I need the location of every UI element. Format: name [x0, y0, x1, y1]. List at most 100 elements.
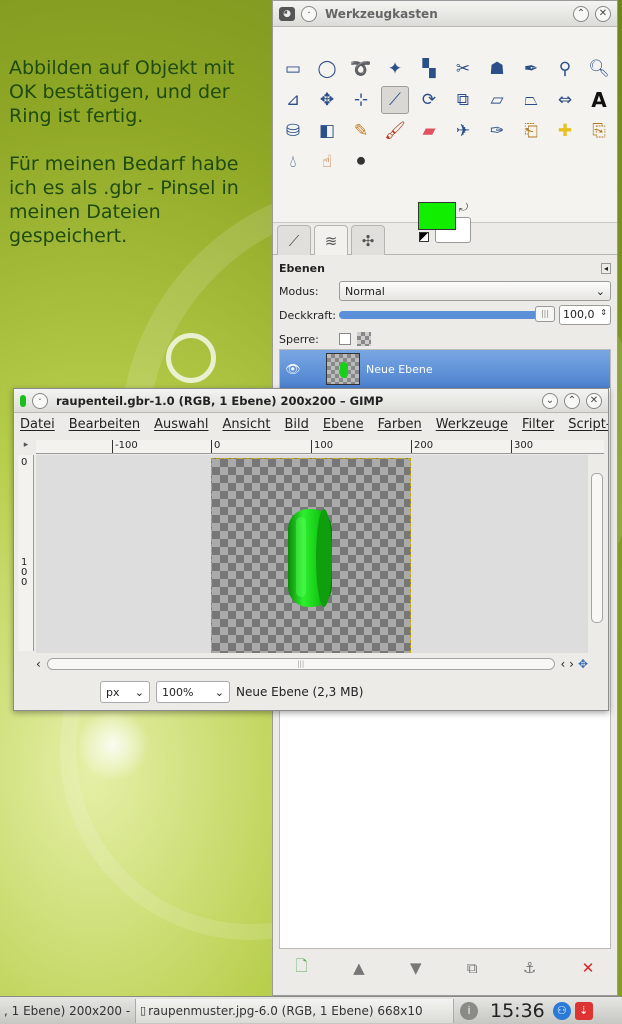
airbrush-icon[interactable]: ✈ — [449, 117, 477, 145]
vertical-scrollbar[interactable] — [590, 457, 604, 653]
desktop-note: Abbilden auf Objekt mit OK bestätigen, u… — [9, 57, 239, 247]
gimp-app-icon[interactable]: ◕ — [279, 6, 295, 21]
minimize-button[interactable]: ⌄ — [542, 392, 558, 409]
paintbrush-icon[interactable]: 🖌︎ — [381, 117, 409, 145]
new-layer-icon[interactable]: 🗋 — [296, 956, 308, 981]
menu-filter[interactable]: Filter — [522, 417, 554, 432]
taskbar-item-active[interactable]: ▯ raupenmuster.jpg-6.0 (RGB, 1 Ebene) 66… — [136, 998, 454, 1023]
image-titlebar[interactable]: · raupenteil.gbr-1.0 (RGB, 1 Ebene) 200x… — [14, 389, 608, 413]
maximize-button[interactable]: ⌃ — [564, 392, 580, 409]
dodge-burn-icon[interactable]: ⚫ — [347, 148, 375, 176]
file-icon: ▯ — [140, 1004, 147, 1017]
tab-tool-options-icon[interactable]: ⟋ — [277, 225, 311, 255]
text-icon[interactable]: A — [585, 86, 613, 114]
smudge-icon[interactable]: ☝ — [313, 148, 341, 176]
move-icon[interactable]: ✥ — [313, 86, 341, 114]
color-picker-icon[interactable]: ⚲ — [551, 55, 579, 83]
swap-colors-icon[interactable]: ⤾ — [459, 201, 468, 215]
tab-paths-icon[interactable]: ✣ — [351, 225, 385, 255]
close-button[interactable]: ✕ — [595, 5, 611, 22]
horizontal-scrollbar[interactable]: ‹ ||| ‹ › ✥ — [36, 657, 588, 671]
anchor-icon[interactable]: ⚓ — [523, 959, 536, 977]
lock-alpha-icon[interactable] — [357, 332, 371, 346]
mode-dropdown[interactable]: Normal ⌄ — [339, 281, 611, 301]
toolbox-titlebar[interactable]: ◕ · Werkzeugkasten ⌃ ✕ — [273, 1, 617, 27]
flip-icon[interactable]: ⇔ — [551, 86, 579, 114]
notifier-icon[interactable]: ⇣ — [574, 1001, 593, 1020]
taskbar-item[interactable]: , 1 Ebene) 200x200 - — [0, 998, 136, 1023]
blur-icon[interactable]: 💧︎ — [279, 148, 307, 176]
shear-icon[interactable]: ▱ — [483, 86, 511, 114]
scrollbar-thumb[interactable] — [591, 473, 603, 623]
menu-ebene[interactable]: Ebene — [323, 417, 364, 432]
ink-icon[interactable]: ✑ — [483, 117, 511, 145]
perspective-icon[interactable]: ⏢ — [517, 86, 545, 114]
pencil-icon[interactable]: ✎ — [347, 117, 375, 145]
window-menu-button[interactable]: · — [301, 5, 317, 22]
visibility-eye-icon[interactable]: 👁︎ — [280, 362, 306, 376]
quick-mask-menu-icon[interactable]: ▸ — [18, 440, 34, 454]
menu-farben[interactable]: Farben — [378, 417, 422, 432]
clone-icon[interactable]: ⎗ — [517, 117, 545, 145]
navigate-icon[interactable]: ✥ — [578, 657, 588, 671]
rect-select-icon[interactable]: ▭ — [279, 55, 307, 83]
lower-layer-icon[interactable]: ▼ — [410, 959, 422, 977]
perspective-clone-icon[interactable]: ⎘ — [585, 117, 613, 145]
lock-pixels-checkbox[interactable] — [339, 333, 351, 345]
eraser-icon[interactable]: ▰ — [415, 117, 443, 145]
clock[interactable]: 15:36 — [490, 1000, 545, 1022]
zoom-icon[interactable]: 🔍︎ — [585, 55, 613, 83]
rotate-icon[interactable]: ⟳ — [415, 86, 443, 114]
paths-icon[interactable]: ✒ — [517, 55, 545, 83]
menu-datei[interactable]: Datei — [20, 417, 55, 432]
menu-auswahl[interactable]: Auswahl — [154, 417, 208, 432]
tab-layers-icon[interactable]: ≋ — [314, 225, 348, 255]
bucket-fill-icon[interactable]: ⛁ — [279, 117, 307, 145]
spin-arrows-icon[interactable]: ⇕ — [600, 308, 607, 322]
menu-bild[interactable]: Bild — [285, 417, 309, 432]
opacity-spinbox[interactable]: 100,0 ⇕ — [559, 305, 611, 325]
network-icon[interactable]: ⚇ — [552, 1001, 571, 1020]
fuzzy-select-icon[interactable]: ✦ — [381, 55, 409, 83]
raise-layer-icon[interactable]: ▲ — [353, 959, 365, 977]
minimize-button[interactable]: ⌃ — [573, 5, 589, 22]
wallpaper-glow — [78, 710, 148, 780]
close-button[interactable]: ✕ — [586, 392, 602, 409]
horizontal-ruler[interactable]: -100 0 100 200 300 — [36, 440, 604, 454]
scroll-left-icon[interactable]: ‹ — [36, 657, 41, 671]
menu-script-fu[interactable]: Script-F — [568, 417, 608, 432]
heal-icon[interactable]: ✚ — [551, 117, 579, 145]
scroll-right-icon[interactable]: ‹ › — [561, 657, 574, 671]
scissors-icon[interactable]: ✂ — [449, 55, 477, 83]
scale-icon[interactable]: ⧉ — [449, 86, 477, 114]
window-menu-button[interactable]: · — [32, 392, 48, 409]
foreground-select-icon[interactable]: ☗ — [483, 55, 511, 83]
duplicate-layer-icon[interactable]: ⧉ — [467, 959, 478, 977]
unit-dropdown[interactable]: px ⌄ — [100, 681, 150, 703]
panel-menu-icon[interactable]: ◂ — [600, 262, 611, 274]
scrollbar-thumb[interactable]: ||| — [46, 658, 555, 670]
crop-icon[interactable]: ⟋ — [381, 86, 409, 114]
vertical-ruler[interactable]: 0 1 0 0 — [18, 455, 34, 651]
foreground-color-swatch[interactable] — [418, 202, 456, 230]
menu-werkzeuge[interactable]: Werkzeuge — [436, 417, 508, 432]
canvas[interactable] — [36, 455, 588, 653]
menu-ansicht[interactable]: Ansicht — [222, 417, 270, 432]
align-icon[interactable]: ⊹ — [347, 86, 375, 114]
mode-value: Normal — [345, 284, 385, 298]
gimp-window-icon[interactable] — [20, 394, 26, 407]
delete-layer-icon[interactable]: ✕ — [582, 959, 595, 977]
wallpaper-ring — [166, 333, 216, 383]
zoom-dropdown[interactable]: 100% ⌄ — [156, 681, 230, 703]
info-icon[interactable]: i — [460, 1001, 478, 1020]
color-select-icon[interactable]: ▚ — [415, 55, 443, 83]
opacity-slider[interactable]: ||| — [339, 306, 555, 322]
layer-row[interactable]: 👁︎ Neue Ebene — [280, 350, 610, 388]
ellipse-select-icon[interactable]: ◯ — [313, 55, 341, 83]
opacity-slider-handle[interactable]: ||| — [535, 306, 555, 322]
measure-icon[interactable]: ⊿ — [279, 86, 307, 114]
menu-bearbeiten[interactable]: Bearbeiten — [69, 417, 140, 432]
free-select-icon[interactable]: ➰ — [347, 55, 375, 83]
blend-icon[interactable]: ◧ — [313, 117, 341, 145]
image-canvas[interactable] — [211, 458, 411, 653]
